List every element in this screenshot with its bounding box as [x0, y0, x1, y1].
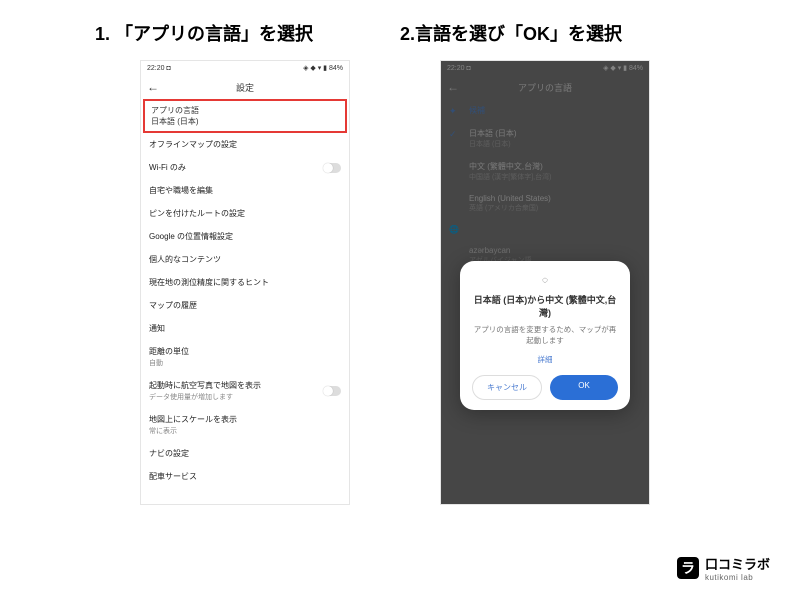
- settings-item[interactable]: Google の位置情報設定: [141, 225, 349, 248]
- settings-item[interactable]: オフラインマップの設定: [141, 133, 349, 156]
- settings-item[interactable]: 起動時に航空写真で地図を表示データ使用量が増加します: [141, 374, 349, 408]
- settings-item[interactable]: 地図上にスケールを表示常に表示: [141, 408, 349, 442]
- section-suggested: ✦ 候補: [441, 99, 649, 122]
- appbar: ← アプリの言語: [441, 75, 649, 99]
- language-change-dialog: ◌ 日本語 (日本)から中文 (繁體中文,台灣) アプリの言語を変更するため、マ…: [460, 261, 630, 410]
- settings-item[interactable]: マップの履歴: [141, 294, 349, 317]
- phone-language: 22:20 ◘ ◈ ◆ ▾ ▮ 84% ← アプリの言語 ✦ 候補 ✓日本語 (…: [440, 60, 650, 505]
- settings-item[interactable]: ピンを付けたルートの設定: [141, 202, 349, 225]
- settings-item[interactable]: 配車サービス: [141, 465, 349, 488]
- settings-item[interactable]: 個人的なコンテンツ: [141, 248, 349, 271]
- settings-item[interactable]: ナビの設定: [141, 442, 349, 465]
- ok-button[interactable]: OK: [550, 375, 618, 400]
- status-bar: 22:20 ◘ ◈ ◆ ▾ ▮ 84%: [141, 61, 349, 75]
- language-option[interactable]: ✓日本語 (日本)日本語 (日本): [441, 122, 649, 155]
- status-right: ◈ ◆ ▾ ▮ 84%: [603, 64, 643, 72]
- back-icon[interactable]: ←: [447, 80, 459, 94]
- status-time: 22:20 ◘: [147, 65, 171, 72]
- check-icon: ✓: [449, 129, 457, 140]
- dialog-detail-link[interactable]: 詳細: [472, 354, 618, 365]
- dialog-title: 日本語 (日本)から中文 (繁體中文,台灣): [472, 294, 618, 319]
- brand-logo: ラ 口コミラボ kutikomi lab: [677, 554, 770, 582]
- language-option[interactable]: English (United States)英語 (アメリカ合衆国): [441, 188, 649, 219]
- toggle-switch[interactable]: [323, 386, 341, 396]
- status-right: ◈ ◆ ▾ ▮ 84%: [303, 64, 343, 72]
- logo-text-jp: 口コミラボ: [705, 554, 770, 573]
- page-title: 設定: [167, 81, 323, 94]
- page-title: アプリの言語: [467, 81, 623, 94]
- status-bar: 22:20 ◘ ◈ ◆ ▾ ▮ 84%: [441, 61, 649, 75]
- spinner-icon: ◌: [472, 275, 618, 286]
- settings-item[interactable]: アプリの言語日本語 (日本): [143, 99, 347, 133]
- caption-step-2: 2.言語を選び「OK」を選択: [400, 20, 622, 46]
- back-icon[interactable]: ←: [147, 80, 159, 94]
- language-option[interactable]: 中文 (繁體中文,台灣)中国語 (漢字[繁体字],台湾): [441, 155, 649, 188]
- phone-settings: 22:20 ◘ ◈ ◆ ▾ ▮ 84% ← 設定 アプリの言語日本語 (日本)オ…: [140, 60, 350, 505]
- settings-item[interactable]: 通知: [141, 317, 349, 340]
- status-time: 22:20 ◘: [447, 65, 471, 72]
- settings-item[interactable]: 現在地の測位精度に関するヒント: [141, 271, 349, 294]
- logo-text-en: kutikomi lab: [705, 573, 770, 582]
- appbar: ← 設定: [141, 75, 349, 99]
- dialog-body: アプリの言語を変更するため、マップが再起動します: [472, 325, 618, 346]
- sparkle-icon: ✦: [449, 106, 457, 117]
- settings-item[interactable]: 自宅や職場を編集: [141, 179, 349, 202]
- caption-step-1: 1. 「アプリの言語」を選択: [95, 20, 313, 46]
- settings-item[interactable]: 距離の単位自動: [141, 340, 349, 374]
- section-all: 🌐: [441, 219, 649, 240]
- logo-mark: ラ: [677, 557, 699, 579]
- cancel-button[interactable]: キャンセル: [472, 375, 542, 400]
- globe-icon: 🌐: [449, 225, 459, 234]
- toggle-switch[interactable]: [323, 163, 341, 173]
- settings-item[interactable]: Wi-Fi のみ: [141, 156, 349, 179]
